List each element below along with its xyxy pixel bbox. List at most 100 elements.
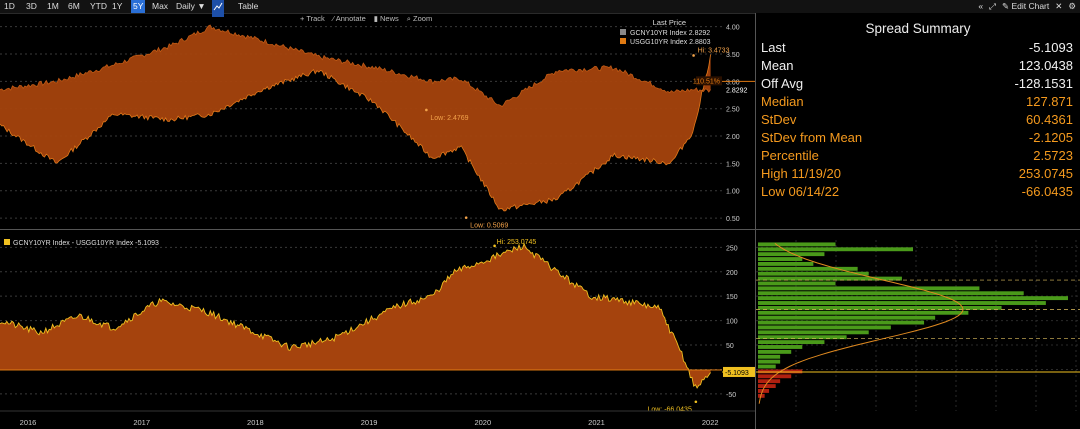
- range-1d-button[interactable]: 1D: [4, 0, 15, 13]
- range-max-button[interactable]: Max: [152, 0, 168, 13]
- x-tick-label: 2020: [474, 418, 491, 427]
- histogram-bar: [758, 281, 836, 286]
- last-value-label: 2.8292: [726, 88, 748, 95]
- summary-title: Spread Summary: [865, 21, 971, 36]
- last-value-label: -5.1093: [725, 370, 749, 377]
- x-tick-label: 2021: [588, 418, 605, 427]
- y-tick-label: 2.00: [726, 134, 740, 141]
- y-tick-label: 50: [726, 343, 734, 350]
- spread-fill-area: [0, 25, 711, 211]
- summary-row: Low 06/14/22 -66.0435: [761, 183, 1075, 201]
- histogram-bar: [758, 340, 825, 345]
- y-tick-label: 4.00: [726, 25, 740, 32]
- histogram-bar: [758, 242, 836, 247]
- summary-row: StDev from Mean -2.1205: [761, 129, 1075, 147]
- annotation-point: [464, 216, 468, 219]
- range-ytd-button[interactable]: YTD: [90, 0, 107, 13]
- legend-swatch: [620, 38, 626, 44]
- summary-row: Off Avg -128.1531: [761, 75, 1075, 93]
- x-tick-label: 2019: [361, 418, 378, 427]
- histogram-bar: [758, 301, 1046, 305]
- summary-row: Percentile 2.5723: [761, 147, 1075, 165]
- y-tick-label: 3.00: [726, 79, 740, 86]
- y-tick-label: 1.50: [726, 161, 740, 168]
- bottom-chart[interactable]: -50050100150200250-5.1093Hi: 253.0745Low…: [0, 230, 755, 429]
- histogram-bar: [758, 364, 776, 369]
- histogram-bar: [758, 320, 925, 325]
- zero-line: [0, 369, 722, 371]
- x-tick-label: 2016: [20, 418, 37, 427]
- edit-chart-button[interactable]: ✎ Edit Chart: [1002, 0, 1049, 13]
- legend-swatch: [620, 29, 626, 35]
- spread-histogram: [756, 240, 1080, 411]
- top-chart[interactable]: 0.501.001.502.002.503.003.504.00Hi: 3.47…: [0, 13, 755, 229]
- range-3d-button[interactable]: 3D: [26, 0, 37, 13]
- annotation-label: Low: 2.4769: [430, 115, 468, 122]
- histogram-bar: [758, 257, 803, 261]
- histogram-bar: [758, 345, 803, 349]
- histogram-bar: [758, 296, 1068, 301]
- summary-label: Off Avg: [761, 76, 804, 91]
- annotation-point: [694, 400, 698, 404]
- annotation-point: [493, 244, 496, 248]
- summary-value: -66.0435: [1021, 184, 1073, 199]
- frequency-dropdown[interactable]: Daily ▼: [176, 0, 206, 13]
- summary-row: Median 127.871: [761, 93, 1075, 111]
- range-5y-button[interactable]: 5Y: [131, 0, 146, 13]
- x-tick-label: 2018: [247, 418, 264, 427]
- summary-row: Mean 123.0438: [761, 57, 1075, 75]
- summary-label: Median: [761, 94, 804, 109]
- summary-row: Last -5.1093: [761, 39, 1075, 57]
- histogram-bar: [758, 310, 969, 315]
- histogram-bar: [758, 384, 776, 389]
- histogram-bar: [758, 359, 781, 364]
- y-tick-label: 250: [726, 245, 738, 252]
- summary-label: Last: [761, 40, 786, 55]
- summary-label: StDev: [761, 112, 797, 127]
- summary-label: Mean: [761, 58, 794, 73]
- annotation-point: [425, 108, 428, 112]
- legend-entry: GCNY10YR Index - USGG10YR Index -5.1093: [13, 240, 159, 247]
- histogram-bar: [758, 374, 792, 379]
- summary-label: Low 06/14/22: [761, 184, 840, 199]
- summary-label: StDev from Mean: [761, 130, 863, 145]
- summary-value: 253.0745: [1018, 166, 1073, 181]
- y-tick-label: 150: [726, 294, 738, 301]
- chart-toolbar: 1D 3D 1M 6M YTD 1Y 5Y Max Daily ▼ Table « ⤢ ✎ Edi…: [0, 0, 1080, 17]
- pct-label: 110.51%: [693, 78, 720, 85]
- summary-label: Percentile: [761, 148, 819, 163]
- summary-value: 60.4361: [1026, 112, 1073, 127]
- histogram-bar: [758, 261, 814, 266]
- y-tick-label: 1.00: [726, 189, 740, 196]
- summary-value: 127.871: [1026, 94, 1073, 109]
- histogram-bar: [758, 354, 781, 359]
- y-tick-label: 100: [726, 319, 738, 326]
- gear-icon[interactable]: ⚙: [1068, 0, 1076, 13]
- legend-entry: USGG10YR Index 2.8803: [630, 39, 711, 46]
- close-icon[interactable]: ✕: [1055, 0, 1062, 13]
- histogram-bar: [758, 330, 869, 335]
- x-tick-label: 2022: [702, 418, 719, 427]
- histogram-bar: [758, 349, 792, 354]
- spread-summary-panel: Spread Summary Last -5.1093 Mean 123.0438 Of…: [756, 13, 1080, 229]
- annotation-label: Hi: 3.4733: [698, 47, 730, 54]
- toolbar-right-actions: « ⤢ ✎ Edit Chart ✕ ⚙: [978, 0, 1076, 13]
- annotation-label: Hi: 253.0745: [497, 239, 537, 246]
- summary-value: 123.0438: [1018, 58, 1073, 73]
- expand-icon[interactable]: ⤢: [989, 0, 996, 13]
- annotation-point: [692, 54, 695, 57]
- range-6m-button[interactable]: 6M: [68, 0, 80, 13]
- y-tick-label: 200: [726, 270, 738, 277]
- summary-value: -5.1093: [1028, 40, 1073, 55]
- summary-value: -2.1205: [1028, 130, 1073, 145]
- summary-row: StDev 60.4361: [761, 111, 1075, 129]
- summary-value: 2.5723: [1033, 148, 1073, 163]
- y-tick-label: -50: [726, 392, 736, 399]
- table-button[interactable]: Table: [238, 0, 258, 13]
- summary-value: -128.1531: [1014, 76, 1073, 91]
- collapse-icon[interactable]: «: [978, 0, 983, 13]
- legend-swatch: [4, 239, 10, 245]
- range-1y-button[interactable]: 1Y: [112, 0, 122, 13]
- range-1m-button[interactable]: 1M: [47, 0, 59, 13]
- summary-label: High 11/19/20: [761, 166, 841, 181]
